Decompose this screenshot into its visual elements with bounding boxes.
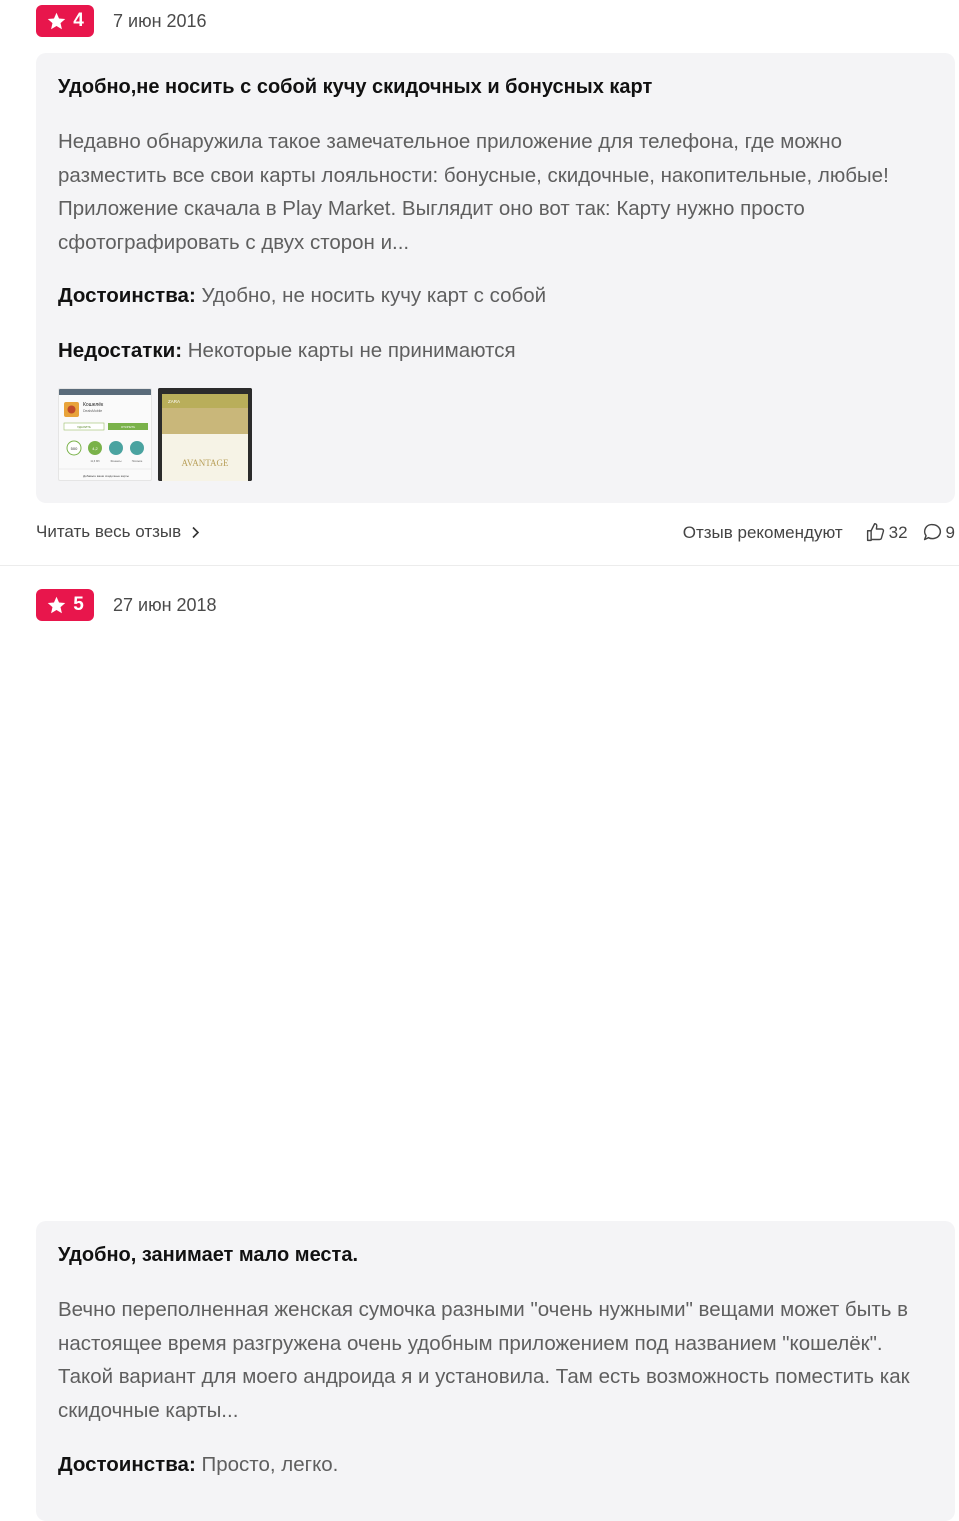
pros-label: Достоинства: [58, 284, 196, 307]
cons-label: Недостатки: [58, 339, 183, 362]
review-header: 5 27 июн 2018 [36, 589, 217, 621]
chevron-right-icon[interactable] [191, 526, 200, 539]
review-photo-1[interactable]: Кошелёк DealsMobile УДАЛИТЬ ОТКРЫТЬ 500 … [58, 388, 152, 481]
likes-count: 32 [888, 522, 908, 542]
review-excerpt[interactable]: Вечно переполненная женская сумочка разн… [58, 1293, 918, 1427]
photo1-developer: DealsMobile [83, 409, 102, 413]
card-photo: ZARA AVANTAGE [158, 388, 252, 481]
rating-badge: 5 [36, 589, 94, 621]
photo1-rating: 4,2 [92, 446, 98, 451]
comments-button[interactable]: 9 [922, 522, 955, 543]
read-full-review-label[interactable]: Читать весь отзыв [36, 522, 181, 542]
app-store-screenshot: Кошелёк DealsMobile УДАЛИТЬ ОТКРЫТЬ 500 … [59, 389, 151, 478]
rating-badge: 4 [36, 5, 94, 37]
review-header: 4 7 июн 2016 [36, 5, 207, 37]
comments-count: 9 [945, 522, 955, 542]
review-excerpt[interactable]: Недавно обнаружила такое замечательное п… [58, 125, 918, 259]
review-title[interactable]: Удобно,не носить с собой кучу скидочных … [58, 76, 652, 99]
review-meta: Отзыв рекомендуют 32 9 [683, 522, 955, 543]
photo2-header: ZARA [168, 399, 180, 404]
rating-value: 5 [73, 594, 84, 615]
recommend-label: Отзыв рекомендуют [682, 522, 843, 542]
photo1-size: 11,6 Мб [90, 459, 100, 463]
photo1-footer: Добавьте ваши скидочные карты [83, 474, 129, 478]
review-date: 27 июн 2018 [113, 594, 217, 615]
review-date: 7 июн 2016 [113, 10, 207, 31]
review-body[interactable]: Удобно,не носить с собой кучу скидочных … [36, 53, 955, 503]
divider [0, 565, 959, 566]
photo1-downloads: 500 [71, 446, 78, 451]
cons-text: Некоторые карты не принимаются [187, 339, 516, 362]
read-full-review-link[interactable]: Читать весь отзыв [36, 522, 200, 542]
thumbs-up-icon[interactable] [865, 522, 886, 543]
review-photo-2[interactable]: ZARA AVANTAGE [158, 388, 252, 481]
photo1-open-btn: ОТКРЫТЬ [121, 425, 135, 429]
photo2-brand: AVANTAGE [182, 458, 229, 468]
photo1-app-name: Кошелёк [83, 402, 104, 408]
star-icon [47, 12, 66, 29]
review-body[interactable]: Удобно, занимает мало места. Вечно переп… [36, 1221, 955, 1521]
review-cons: Недостатки: Некоторые карты не принимают… [58, 339, 516, 363]
pros-label: Достоинства: [58, 1453, 196, 1476]
review-pros: Достоинства: Просто, легко. [58, 1453, 338, 1477]
star-icon [47, 596, 66, 613]
review-pros: Достоинства: Удобно, не носить кучу карт… [58, 284, 546, 308]
comment-icon[interactable] [922, 522, 943, 543]
review-footer: Читать весь отзыв Отзыв рекомендуют 32 9 [36, 520, 955, 544]
photo1-category: Финансы [111, 459, 122, 463]
pros-text: Удобно, не носить кучу карт с собой [201, 284, 547, 307]
review-title[interactable]: Удобно, занимает мало места. [58, 1244, 358, 1267]
photo1-similar: Похожие [132, 459, 143, 463]
rating-value: 4 [73, 10, 84, 31]
pros-text: Просто, легко. [201, 1453, 339, 1476]
likes-button[interactable]: 32 [865, 522, 908, 543]
photo1-remove-btn: УДАЛИТЬ [77, 425, 91, 429]
